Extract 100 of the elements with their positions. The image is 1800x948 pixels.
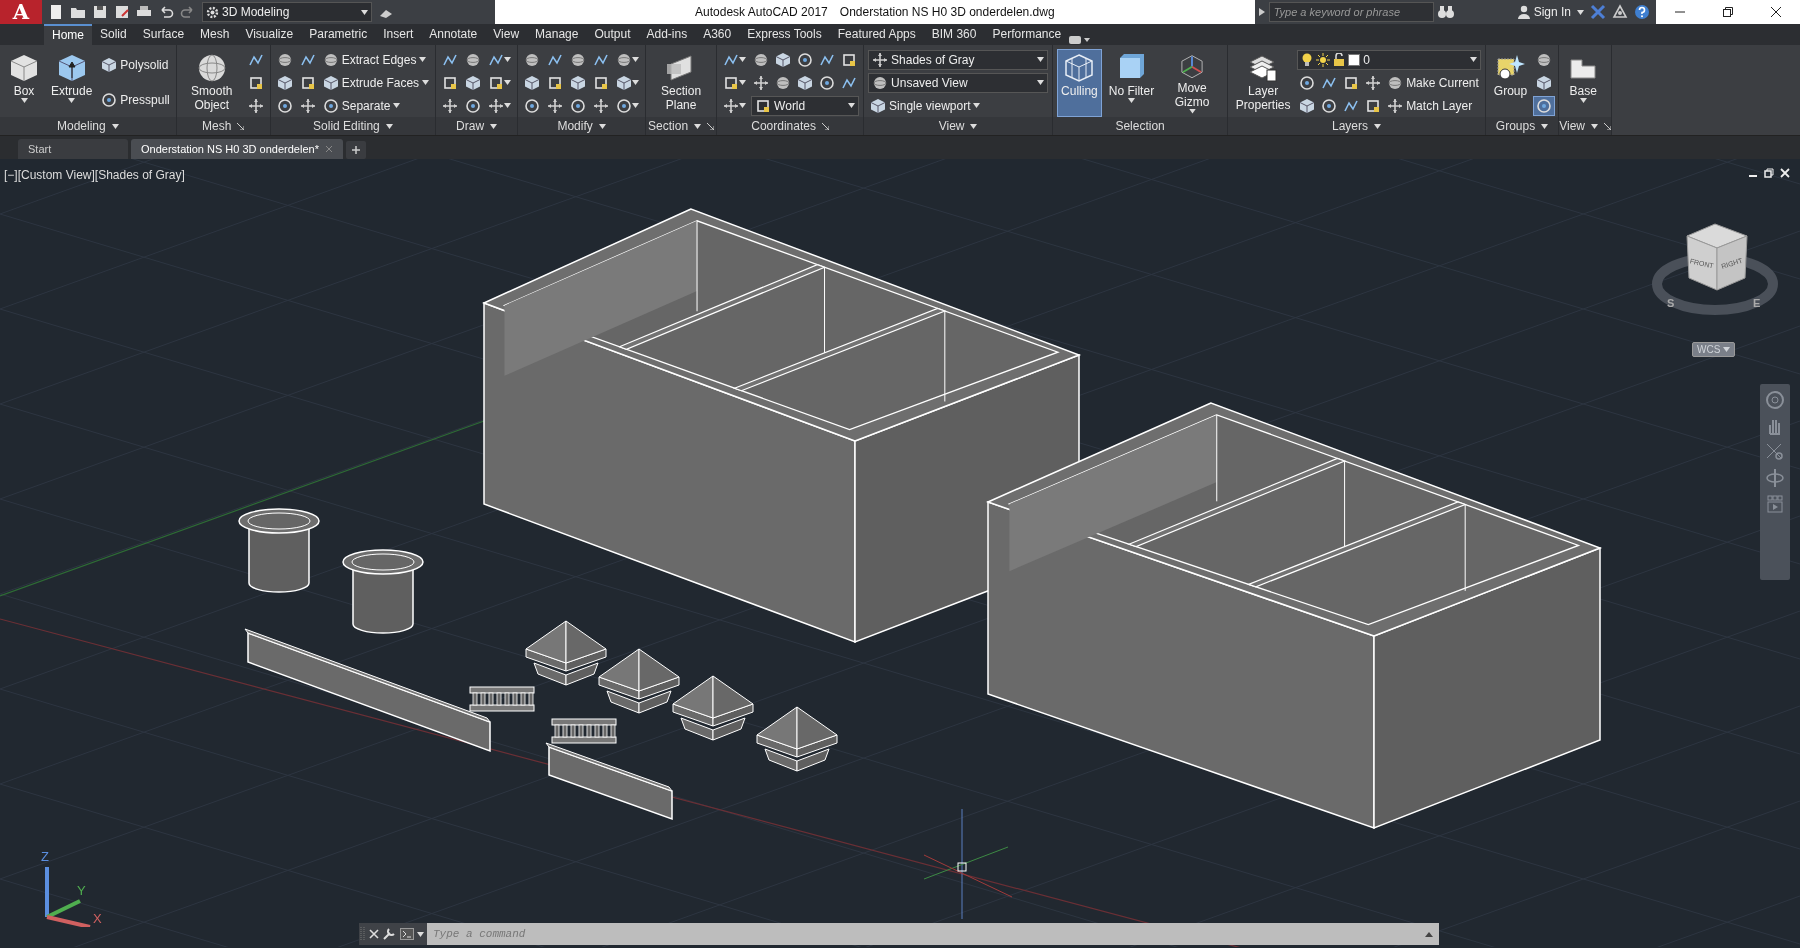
ribbon-button[interactable]: Extrude	[47, 48, 97, 117]
history-button[interactable]	[1419, 923, 1439, 945]
caret-icon	[598, 123, 606, 129]
close-icon	[324, 145, 333, 153]
ribbon-button[interactable]: Culling	[1057, 48, 1102, 117]
dropdown[interactable]: Shades of Gray	[868, 49, 1049, 70]
cube-icon	[870, 97, 887, 114]
launcher-icon[interactable]	[707, 122, 715, 130]
panel-title[interactable]: Layers	[1331, 117, 1381, 135]
square-icon	[299, 74, 316, 91]
dropdown[interactable]: 0	[1297, 49, 1481, 70]
ribbon-tab[interactable]: Manage	[527, 24, 587, 45]
ribbon-button[interactable]: Section Plane	[650, 48, 713, 117]
ribbon-tab[interactable]: Performance	[984, 24, 1070, 45]
caret-icon	[739, 103, 747, 108]
wrench-icon[interactable]	[381, 926, 397, 942]
save-icon[interactable]	[92, 4, 108, 20]
ribbon-tab[interactable]: Annotate	[421, 24, 486, 45]
ribbon-button[interactable]: Polysolid	[99, 56, 171, 75]
command-field[interactable]: Type a command	[427, 923, 1419, 945]
compass-label[interactable]: E	[1753, 297, 1761, 309]
launcher-icon[interactable]	[821, 122, 829, 130]
tool-button[interactable]	[614, 73, 642, 92]
steering-wheel-icon[interactable]	[1765, 390, 1785, 410]
app-logo[interactable]: A	[0, 0, 42, 24]
ribbon-button[interactable]: Extrude Faces	[320, 73, 432, 92]
launcher-icon[interactable]	[237, 122, 245, 130]
ribbon-tab[interactable]: Express Tools	[739, 24, 830, 45]
ribbon-button[interactable]: Smooth Object	[180, 48, 243, 117]
ribbon-tab[interactable]: A360	[695, 24, 740, 45]
film-icon[interactable]	[1765, 494, 1785, 514]
file-tab[interactable]: Start	[18, 139, 128, 159]
orbit-icon[interactable]	[1765, 468, 1785, 488]
panel-toggle-icon[interactable]	[1069, 35, 1092, 45]
ribbon-button[interactable]: No Filter	[1104, 48, 1159, 117]
tool-button[interactable]	[721, 96, 749, 115]
ribbon-tab[interactable]: View	[485, 24, 528, 45]
ribbon-button[interactable]: Make Current	[1385, 73, 1481, 92]
help-icon[interactable]	[1634, 4, 1650, 20]
file-tab[interactable]: Onderstation NS H0 3D onderdelen*	[131, 139, 343, 159]
ribbon-tab[interactable]: Parametric	[301, 24, 376, 45]
sphere-icon	[524, 51, 541, 68]
ribbon-button[interactable]: Presspull	[99, 90, 172, 109]
undo-icon[interactable]	[158, 4, 174, 20]
grip-icon[interactable]	[359, 925, 367, 943]
ribbon-tab[interactable]: Solid	[92, 24, 135, 45]
view-cube[interactable]	[1686, 223, 1748, 291]
caret-icon	[1037, 80, 1045, 85]
caret-icon	[1723, 347, 1731, 352]
caret-icon	[632, 103, 640, 108]
add-icon[interactable]	[345, 141, 366, 159]
ribbon-button[interactable]: Extract Edges	[320, 50, 429, 69]
cube-icon	[616, 74, 633, 91]
dropdown[interactable]: World	[751, 95, 860, 116]
ribbon-button[interactable]: Layer Properties	[1232, 48, 1295, 117]
caret-icon	[848, 103, 856, 108]
arrows-icon	[442, 97, 459, 114]
launcher-icon[interactable]	[1604, 122, 1611, 130]
caret-icon	[490, 123, 498, 129]
ribbon-button[interactable]: Box	[4, 48, 44, 117]
ribbon-button[interactable]: Match Layer	[1385, 96, 1475, 115]
close-icon[interactable]	[367, 927, 381, 941]
ribbon-tab[interactable]: Visualize	[237, 24, 302, 45]
workspace-dropdown[interactable]: 3D Modeling	[202, 2, 372, 22]
save-as-icon[interactable]	[114, 4, 130, 20]
restore-icon[interactable]	[1764, 168, 1774, 178]
ribbon-button[interactable]: Base	[1563, 48, 1604, 117]
tool-button[interactable]	[1534, 96, 1555, 115]
search-field[interactable]: Type a keyword or phrase	[1268, 2, 1434, 22]
dropdown[interactable]: Unsaved View	[868, 72, 1049, 93]
compass-label[interactable]: S	[1667, 297, 1675, 309]
zoom-icon[interactable]	[1765, 442, 1785, 462]
caret-icon	[419, 57, 427, 62]
ribbon-tab[interactable]: Insert	[375, 24, 422, 45]
cube-icon	[570, 74, 587, 91]
ribbon-tab[interactable]: Output	[586, 24, 639, 45]
ribbon-button[interactable]: Group	[1489, 48, 1532, 117]
ribbon-tab[interactable]: Mesh	[192, 24, 238, 45]
binoculars-icon[interactable]	[1436, 5, 1455, 19]
redo-icon[interactable]	[180, 4, 196, 20]
sphere-icon	[872, 74, 889, 91]
new-file-icon[interactable]	[48, 4, 64, 20]
restore-icon[interactable]	[1722, 6, 1734, 18]
ribbon-tab[interactable]: Featured Apps	[829, 24, 924, 45]
cube-icon	[524, 74, 541, 91]
ribbon-button[interactable]: Move Gizmo	[1161, 48, 1224, 117]
ribbon-tab[interactable]: Home	[44, 24, 92, 45]
ribbon-button[interactable]: Single viewport	[868, 96, 983, 115]
triangle-icon[interactable]	[1612, 4, 1628, 20]
tool-button[interactable]	[486, 96, 514, 115]
close-icon[interactable]	[1770, 6, 1782, 18]
ribbon-tab[interactable]: BIM 360	[923, 24, 985, 45]
prompt-button[interactable]	[397, 928, 427, 940]
tool-button[interactable]	[614, 96, 642, 115]
expand-icon[interactable]	[1257, 7, 1266, 17]
ribbon-tab[interactable]: Add-ins	[638, 24, 696, 45]
ribbon-button[interactable]: Separate	[320, 96, 403, 115]
ribbon-tab[interactable]: Surface	[134, 24, 193, 45]
viewport-label[interactable]: [−][Custom View][Shades of Gray]	[4, 166, 185, 184]
x-shape-icon[interactable]	[1590, 4, 1606, 20]
